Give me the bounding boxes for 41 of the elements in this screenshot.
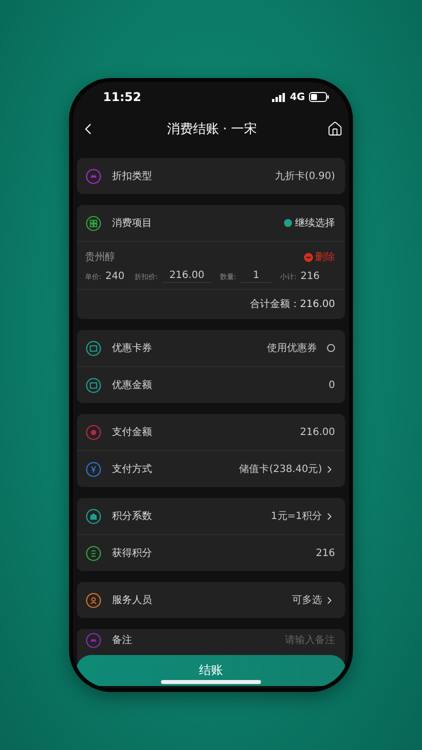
radio-button[interactable]	[327, 344, 335, 352]
status-time: 11:52	[103, 90, 142, 104]
battery-icon	[309, 92, 329, 102]
minus-circle-icon	[304, 252, 313, 262]
row-value[interactable]: 1元=1积分	[270, 509, 322, 523]
row-value[interactable]: 0	[328, 380, 335, 390]
row-value[interactable]: 储值卡(238.40元)	[239, 462, 322, 476]
person-icon	[85, 592, 102, 608]
list-icon	[85, 544, 102, 562]
grid-icon	[85, 214, 102, 232]
row-label: 优惠金额	[112, 378, 153, 392]
product-name: 贵州醇	[85, 250, 115, 264]
total-amount: 合计金额：216.00	[250, 298, 335, 311]
row-label: 服务人员	[112, 594, 153, 607]
row-value[interactable]: 九折卡(0.90)	[274, 169, 335, 183]
yuan-icon	[85, 460, 102, 478]
home-button[interactable]	[327, 121, 343, 137]
row-value[interactable]: 216	[316, 548, 335, 558]
row-label: 优惠卡券	[112, 342, 153, 355]
row-value[interactable]: 使用优惠券	[267, 341, 317, 355]
discount-price-field[interactable]: 216.00	[162, 270, 212, 283]
signal-icon	[272, 92, 286, 102]
row-value[interactable]: 216.00	[300, 426, 335, 438]
ticket-icon	[85, 376, 102, 394]
ticket-icon	[85, 340, 102, 356]
page-title: 消费结账 · 一宋	[166, 121, 258, 138]
row-label: 积分系数	[112, 510, 153, 523]
network-label: 4G	[290, 92, 305, 102]
home-icon	[327, 121, 343, 137]
row-label: 备注	[112, 634, 133, 647]
row-value[interactable]: 可多选	[292, 593, 322, 607]
row-label: 折扣类型	[112, 170, 153, 183]
continue-select-button[interactable]: 继续选择	[284, 216, 335, 230]
checkout-button[interactable]: 结账	[76, 655, 346, 686]
row-label: 支付金额	[112, 426, 153, 439]
unit-price: 240	[105, 271, 124, 282]
row-label: 消费项目	[112, 216, 153, 230]
subtotal: 216	[300, 271, 320, 282]
quantity-field[interactable]: 1	[240, 270, 272, 283]
row-label: 支付方式	[112, 462, 153, 476]
row-label: 获得积分	[112, 546, 153, 560]
